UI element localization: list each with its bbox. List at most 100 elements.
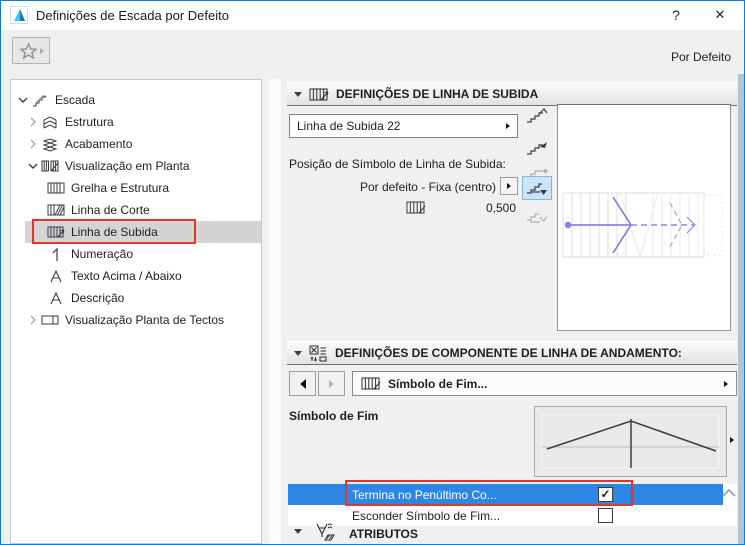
dropdown-arrow-icon (724, 380, 728, 387)
walking-line-style-dropdown[interactable]: Linha de Subida 22 (289, 114, 518, 138)
symbol-position-value: Por defeito - Fixa (centro) (359, 180, 496, 194)
chevron-down-icon[interactable] (15, 92, 31, 108)
archicad-app-icon (10, 6, 28, 24)
walking-line-icon (47, 224, 65, 240)
tree-item-label: Visualização Planta de Tectos (65, 313, 224, 327)
tree-item-grelha-e-estrutura[interactable]: Grelha e Estrutura (11, 177, 261, 199)
popup-arrow-icon (507, 183, 511, 189)
tree-item-numeracao[interactable]: Numeração (11, 243, 261, 265)
collapse-arrow-icon (294, 91, 302, 97)
chevron-right-icon[interactable] (25, 312, 41, 328)
symbol-position-label: Posição de Símbolo de Linha de Subida: (289, 157, 506, 171)
help-button[interactable]: ? (658, 0, 694, 30)
title-bar: Definições de Escada por Defeito ? ✕ (0, 0, 745, 30)
right-arrow-icon (329, 379, 334, 388)
dialog-toolbar: Por Defeito (0, 30, 745, 74)
stair-icon (31, 92, 49, 108)
option-row-hide-end-symbol[interactable]: Esconder Símbolo de Fim... (288, 505, 723, 526)
option-label: Termina no Penúltimo Co... (352, 487, 497, 502)
tree-item-label: Linha de Subida (71, 225, 158, 239)
tree-item-label: Texto Acima / Abaixo (71, 269, 182, 283)
end-symbol-preview[interactable] (534, 406, 727, 477)
favorites-button[interactable] (12, 37, 50, 64)
option-label: Esconder Símbolo de Fim... (352, 508, 501, 523)
section-title: DEFINIÇÕES DE COMPONENTE DE LINHA DE AND… (335, 346, 682, 360)
tree-item-acabamento[interactable]: Acabamento (11, 133, 261, 155)
ceiling-plan-icon (41, 312, 59, 328)
numbering-icon (47, 246, 65, 262)
dialog-title: Definições de Escada por Defeito (36, 7, 229, 23)
tree-item-texto-acima-abaixo[interactable]: Texto Acima / Abaixo (11, 265, 261, 287)
component-selector-dropdown[interactable]: Símbolo de Fim... (352, 371, 737, 396)
offset-value-field[interactable]: 0,500 (420, 201, 516, 215)
left-arrow-icon (299, 378, 306, 389)
arrow-style-up-chevron-button[interactable] (522, 104, 552, 128)
arrow-style-solid-head-button[interactable] (522, 136, 552, 160)
attributes-section-title: ATRIBUTOS (349, 527, 418, 541)
walking-line-preview (557, 104, 731, 331)
component-selector-value: Símbolo de Fim... (388, 376, 488, 391)
collapse-arrow-icon[interactable] (294, 529, 302, 534)
arrow-style-down-chevron-button[interactable] (522, 204, 552, 228)
floor-plan-view-icon (41, 158, 59, 174)
dropdown-arrow-icon (506, 123, 510, 129)
walking-line-style-value: Linha de Subida 22 (297, 119, 401, 133)
tree-item-linha-de-subida[interactable]: Linha de Subida (11, 221, 261, 243)
tree-item-label: Linha de Corte (71, 203, 150, 217)
default-scope-label: Por Defeito (670, 50, 731, 64)
end-symbol-label: Símbolo de Fim (289, 409, 379, 423)
tree-item-label: Visualização em Planta (65, 159, 190, 173)
tree-item-label: Escada (55, 93, 96, 107)
attributes-pen-icon (316, 523, 335, 541)
previous-component-button[interactable] (289, 371, 316, 396)
grid-structure-icon (47, 180, 65, 196)
scroll-up-icon[interactable] (721, 487, 737, 501)
settings-tree: Escada Estrutura Acabamento Visualização… (10, 79, 262, 544)
stair-default-settings-dialog: Definições de Escada por Defeito ? ✕ Por… (0, 0, 745, 545)
end-symbol-popup-arrow-icon[interactable] (730, 437, 734, 443)
panel-splitter (269, 79, 281, 544)
walking-line-grid-icon (309, 88, 329, 100)
structure-icon (41, 114, 59, 130)
tree-item-descricao[interactable]: Descrição (11, 287, 261, 309)
text-icon (47, 268, 65, 284)
tree-item-label: Estrutura (65, 115, 114, 129)
chevron-right-icon[interactable] (25, 136, 41, 152)
component-settings-icon (309, 345, 327, 361)
tree-item-visualizacao-em-planta[interactable]: Visualização em Planta (11, 155, 261, 177)
tree-item-label: Grelha e Estrutura (71, 181, 170, 195)
section-header-walking-line[interactable]: DEFINIÇÕES DE LINHA DE SUBIDA (287, 82, 737, 106)
option-row-terminate-second-to-last[interactable]: Termina no Penúltimo Co... ✓ (288, 484, 723, 505)
checkbox-checked[interactable]: ✓ (598, 487, 613, 502)
tree-item-label: Numeração (71, 247, 134, 261)
chevron-down-icon[interactable] (25, 158, 41, 174)
favorites-menu-arrow-icon (39, 47, 44, 54)
section-header-walking-line-component[interactable]: DEFINIÇÕES DE COMPONENTE DE LINHA DE AND… (287, 341, 737, 365)
tree-item-estrutura[interactable]: Estrutura (11, 111, 261, 133)
cut-line-icon (47, 202, 65, 218)
close-button[interactable]: ✕ (700, 0, 740, 30)
tree-item-label: Descrição (71, 291, 125, 305)
tree-item-linha-de-corte[interactable]: Linha de Corte (11, 199, 261, 221)
section-title: DEFINIÇÕES DE LINHA DE SUBIDA (336, 87, 539, 101)
tree-item-escada[interactable]: Escada (11, 89, 261, 111)
next-component-button[interactable] (318, 371, 345, 396)
symbol-position-popup-button[interactable] (500, 177, 518, 195)
collapse-arrow-icon (294, 350, 302, 356)
right-edge-strip (738, 74, 744, 544)
tree-item-label: Acabamento (65, 137, 133, 151)
tree-item-visualizacao-planta-de-tectos[interactable]: Visualização Planta de Tectos (11, 309, 261, 331)
description-icon (47, 290, 65, 306)
checkbox-unchecked[interactable] (598, 508, 613, 523)
star-icon (18, 41, 38, 60)
chevron-right-icon[interactable] (25, 114, 41, 130)
grid-icon (361, 377, 381, 390)
finish-icon (41, 136, 59, 152)
arrow-style-flat-head-button-selected[interactable] (522, 176, 552, 200)
